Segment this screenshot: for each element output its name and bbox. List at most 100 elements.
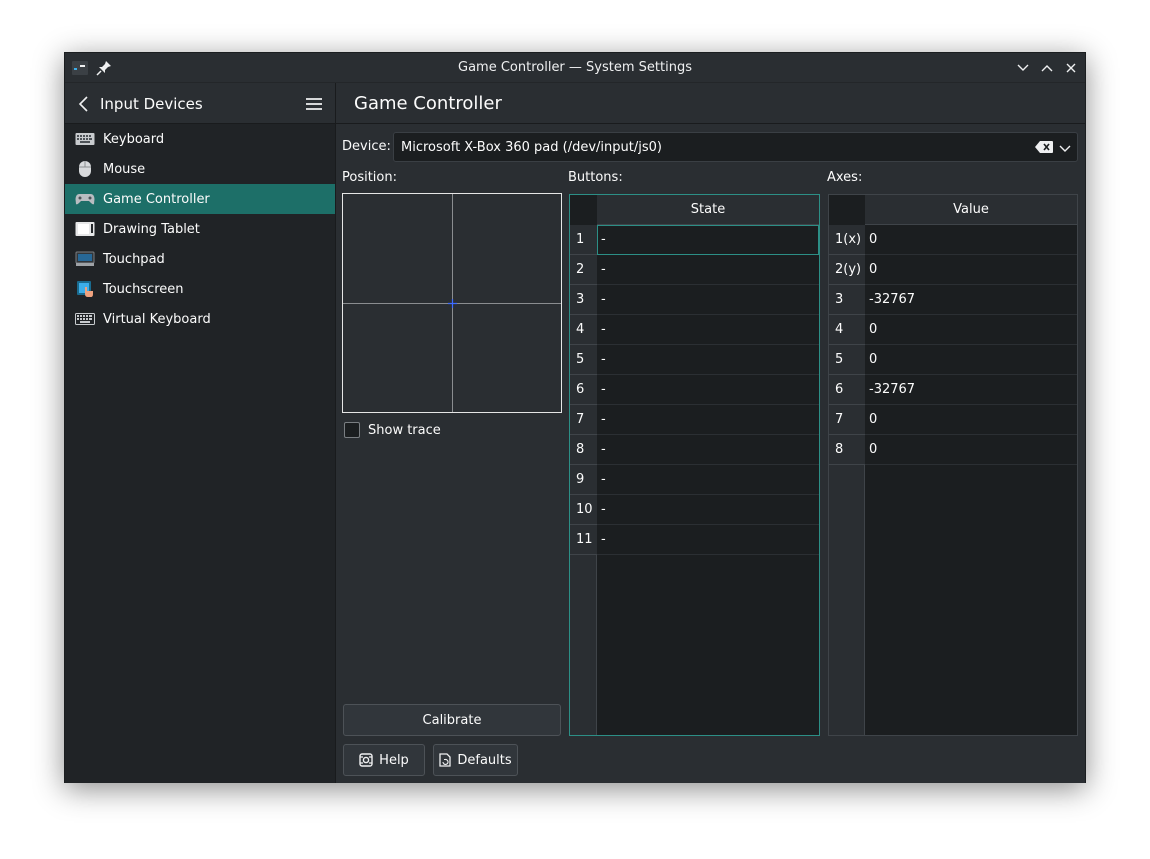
table-row[interactable]: 40 [829, 315, 1077, 345]
tablet-icon [74, 219, 96, 239]
table-row[interactable]: 11- [570, 525, 819, 555]
axes-column-header[interactable]: Value [865, 195, 1077, 225]
clear-button[interactable] [1035, 141, 1053, 157]
table-row[interactable]: 5- [570, 345, 819, 375]
sidebar-title: Input Devices [100, 95, 203, 113]
row-number: 8 [829, 435, 865, 465]
help-lifebuoy-icon [359, 753, 373, 767]
sidebar-header: Input Devices [65, 83, 335, 124]
help-button[interactable]: Help [343, 744, 425, 776]
row-value: 0 [865, 225, 1077, 255]
dropdown-button[interactable] [1059, 142, 1071, 157]
sidebar-item-mouse[interactable]: Mouse [65, 154, 335, 184]
sidebar-item-touchscreen[interactable]: Touchscreen [65, 274, 335, 304]
axes-table[interactable]: Value 1(x) 0 2(y) 0 3 -32767 4 0 5 0 6 -32767 7 0 8 0 [828, 194, 1078, 736]
page-header: Game Controller [336, 83, 1085, 124]
calibrate-label: Calibrate [422, 712, 482, 728]
table-row[interactable]: 2- [570, 255, 819, 285]
sidebar-item-drawing-tablet[interactable]: Drawing Tablet [65, 214, 335, 244]
chevron-down-icon [1017, 64, 1029, 71]
row-value: - [597, 375, 819, 405]
table-row[interactable]: 50 [829, 345, 1077, 375]
row-value: -32767 [865, 375, 1077, 405]
row-number: 6 [829, 375, 865, 405]
clear-text-icon [1035, 141, 1053, 153]
back-button[interactable] [77, 96, 91, 112]
touchpad-icon [74, 249, 96, 269]
close-button[interactable] [1061, 58, 1081, 78]
row-value: - [597, 465, 819, 495]
keyboard-icon [74, 129, 96, 149]
row-value: 0 [865, 345, 1077, 375]
sidebar-item-label: Touchpad [103, 251, 165, 267]
table-row[interactable]: 6- [570, 375, 819, 405]
row-number: 4 [570, 315, 597, 345]
sidebar-item-keyboard[interactable]: Keyboard [65, 124, 335, 154]
chevron-left-icon [78, 96, 88, 112]
table-row[interactable]: 70 [829, 405, 1077, 435]
row-value: 0 [865, 405, 1077, 435]
main-panel: Game Controller Device: Microsoft X-Box … [336, 83, 1085, 783]
row-number: 5 [570, 345, 597, 375]
sidebar-item-label: Touchscreen [103, 281, 184, 297]
row-value: - [597, 345, 819, 375]
row-value: - [597, 225, 819, 255]
mouse-icon [74, 159, 96, 179]
table-row[interactable]: 80 [829, 435, 1077, 465]
table-row[interactable]: 3 -32767 [829, 285, 1077, 315]
row-value: - [597, 255, 819, 285]
sidebar-item-touchpad[interactable]: Touchpad [65, 244, 335, 274]
sidebar-item-label: Drawing Tablet [103, 221, 200, 237]
position-cursor [448, 299, 457, 308]
sidebar-item-virtual-keyboard[interactable]: Virtual Keyboard [65, 304, 335, 334]
defaults-button[interactable]: Defaults [433, 744, 518, 776]
row-value: - [597, 435, 819, 465]
table-row[interactable]: 8- [570, 435, 819, 465]
table-row[interactable]: 1(x) 0 [829, 225, 1077, 255]
sidebar-item-label: Keyboard [103, 131, 165, 147]
table-row[interactable]: 2(y) 0 [829, 255, 1077, 285]
row-number: 1 [570, 225, 597, 255]
show-trace-row[interactable]: Show trace [344, 422, 441, 438]
help-label: Help [379, 752, 409, 768]
row-value: 0 [865, 435, 1077, 465]
row-number: 3 [570, 285, 597, 315]
touchscreen-icon [74, 279, 96, 299]
row-number: 2 [570, 255, 597, 285]
show-trace-checkbox[interactable] [344, 422, 360, 438]
maximize-button[interactable] [1037, 58, 1057, 78]
hamburger-menu-button[interactable] [305, 96, 323, 112]
calibrate-button[interactable]: Calibrate [343, 704, 561, 736]
chevron-up-icon [1041, 65, 1053, 72]
buttons-table[interactable]: State 1-2-3-4-5-6-7-8-9-10-11- [569, 194, 820, 736]
row-number: 7 [570, 405, 597, 435]
gamepad-icon [74, 189, 96, 209]
device-value: Microsoft X-Box 360 pad (/dev/input/js0) [401, 140, 662, 155]
sidebar: Input Devices Keyboard Mouse Game Contro… [65, 83, 336, 783]
device-combobox[interactable]: Microsoft X-Box 360 pad (/dev/input/js0) [393, 132, 1078, 162]
close-icon [1066, 63, 1076, 73]
buttons-label: Buttons: [568, 170, 623, 185]
table-row[interactable]: 6 -32767 [829, 375, 1077, 405]
buttons-column-header[interactable]: State [597, 195, 819, 225]
table-row[interactable]: 9- [570, 465, 819, 495]
table-row[interactable]: 10- [570, 495, 819, 525]
table-row[interactable]: 1- [570, 225, 819, 255]
table-row[interactable]: 7- [570, 405, 819, 435]
row-value: - [597, 405, 819, 435]
window-title: Game Controller — System Settings [458, 60, 692, 75]
page-title: Game Controller [354, 93, 502, 114]
row-number: 2(y) [829, 255, 865, 285]
table-row[interactable]: 4- [570, 315, 819, 345]
sidebar-item-label: Mouse [103, 161, 146, 177]
row-value: - [597, 315, 819, 345]
row-number: 10 [570, 495, 597, 525]
row-number: 7 [829, 405, 865, 435]
minimize-button[interactable] [1013, 58, 1033, 78]
settings-window: Game Controller — System Settings Input … [64, 52, 1086, 783]
sidebar-item-game-controller[interactable]: Game Controller [65, 184, 335, 214]
row-number: 9 [570, 465, 597, 495]
row-number: 8 [570, 435, 597, 465]
table-row[interactable]: 3- [570, 285, 819, 315]
virtual-keyboard-icon [74, 309, 96, 329]
